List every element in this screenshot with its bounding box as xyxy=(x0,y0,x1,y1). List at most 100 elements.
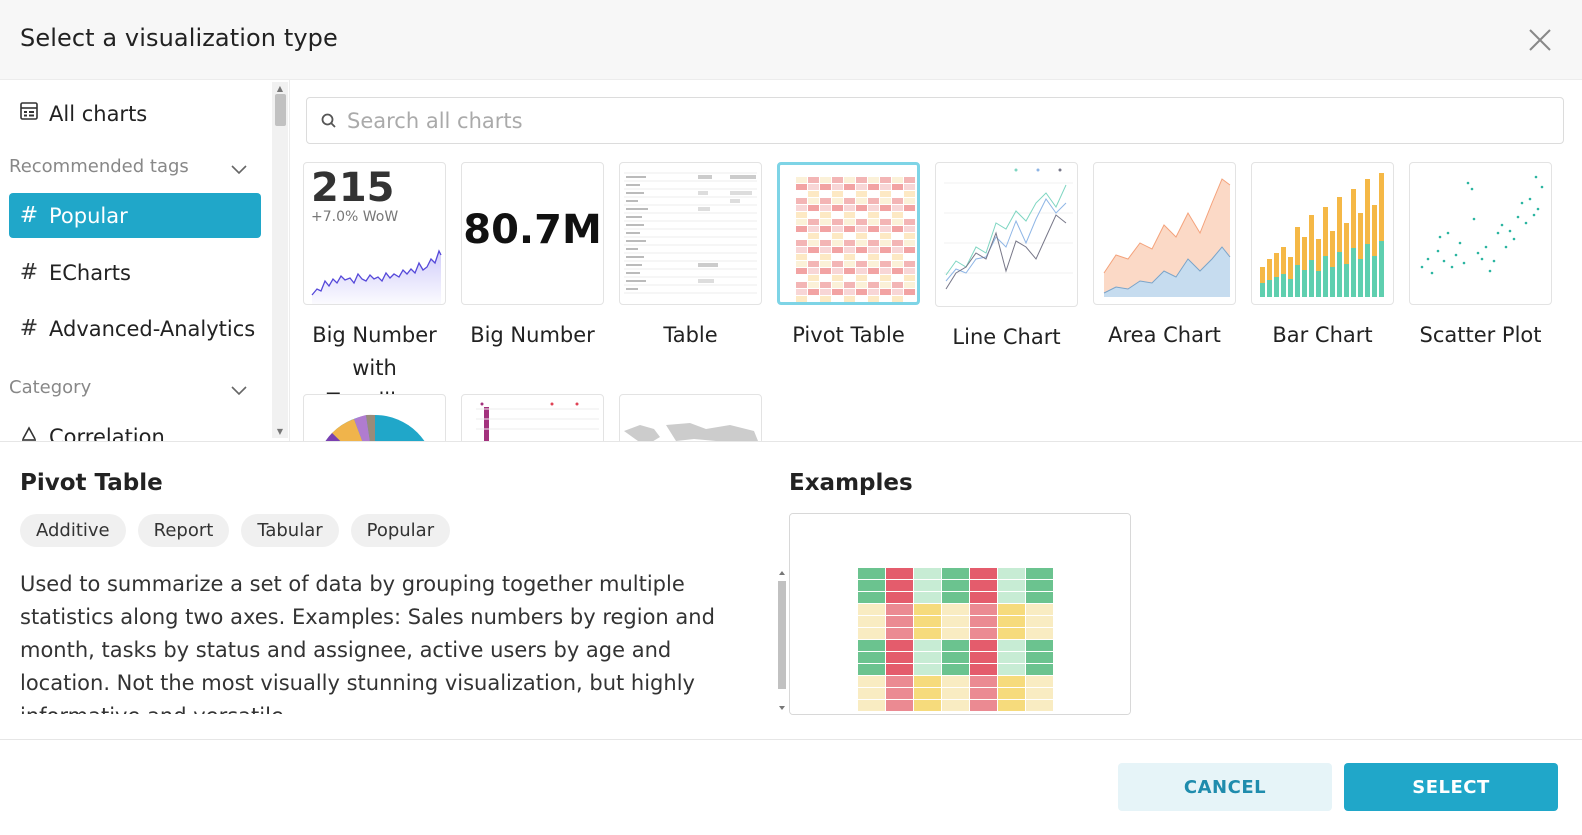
category-header[interactable]: Category xyxy=(9,377,261,398)
heat-cell xyxy=(844,205,855,211)
chart-thumbnail xyxy=(1093,162,1236,305)
select-button[interactable]: SELECT xyxy=(1344,763,1558,811)
close-icon[interactable] xyxy=(1526,26,1554,54)
hash-icon: # xyxy=(19,316,39,341)
heat-cell xyxy=(820,177,831,183)
chart-card-scatter-plot[interactable]: Scatter Plot xyxy=(1409,162,1559,352)
chart-card-bar-chart[interactable]: Bar Chart xyxy=(1251,162,1401,352)
heat-cell xyxy=(808,254,819,260)
heat-cell xyxy=(892,212,903,218)
heat-cell xyxy=(808,240,819,246)
bar-segment xyxy=(1295,265,1300,297)
example-subtotal-cell xyxy=(1056,616,1086,627)
chart-card-line-chart[interactable]: Line Chart xyxy=(935,162,1085,354)
example-heat-cell xyxy=(914,628,941,639)
example-heat-cell xyxy=(970,628,997,639)
bar-segment xyxy=(1295,227,1300,265)
heat-cell xyxy=(844,268,855,274)
sidebar-scrollbar-thumb[interactable] xyxy=(275,94,286,126)
heat-cell xyxy=(820,261,831,267)
heat-cell xyxy=(808,233,819,239)
trendline-graphic xyxy=(311,249,442,304)
example-total-cell xyxy=(1088,664,1118,675)
heat-cell xyxy=(892,198,903,204)
example-heat-cell xyxy=(970,592,997,603)
example-heat-cell xyxy=(886,568,913,579)
bar-segment xyxy=(1351,248,1356,297)
example-heat-cell xyxy=(1026,604,1053,615)
chart-card-time-series-bar[interactable] xyxy=(461,394,611,441)
heat-cell xyxy=(868,184,879,190)
heat-cell xyxy=(808,226,819,232)
heat-cell xyxy=(796,191,807,197)
heat-cell xyxy=(868,282,879,288)
example-heat-cell xyxy=(1026,700,1053,711)
heat-cell xyxy=(880,219,891,225)
heat-cell xyxy=(868,261,879,267)
sidebar-item-echarts[interactable]: # ECharts xyxy=(9,250,261,295)
example-subtotal-cell xyxy=(1056,652,1086,663)
example-total-cell xyxy=(1088,652,1118,663)
heat-cell xyxy=(832,261,843,267)
example-heat-cell xyxy=(1026,628,1053,639)
example-heat-cell xyxy=(942,568,969,579)
heat-cell xyxy=(844,254,855,260)
heat-cell xyxy=(820,275,831,281)
scroll-down-icon[interactable]: ▼ xyxy=(275,427,285,436)
chart-card-table[interactable]: Table xyxy=(619,162,769,352)
bar-segment xyxy=(1302,270,1307,297)
heat-cell xyxy=(904,184,915,190)
example-heat-cell xyxy=(886,640,913,651)
tag-popular: Popular xyxy=(350,514,451,547)
chart-card-pivot-table[interactable]: Pivot Table xyxy=(777,162,927,352)
example-heat-cell xyxy=(942,664,969,675)
thumb-big-value: 80.7M xyxy=(463,207,602,253)
chart-thumbnail xyxy=(777,162,920,305)
detail-panel: Pivot Table Additive Report Tabular Popu… xyxy=(0,441,1582,739)
example-total-cell xyxy=(1088,592,1118,603)
chart-card-big-number-trendline[interactable]: 215 +7.0% WoW Big Number with Trendline xyxy=(303,162,453,418)
search-box[interactable] xyxy=(306,97,1564,144)
cancel-button[interactable]: CANCEL xyxy=(1118,763,1332,811)
bar-segment xyxy=(1260,283,1265,297)
heat-cell xyxy=(856,191,867,197)
sidebar-item-popular[interactable]: # Popular xyxy=(9,193,261,238)
bar-segment xyxy=(1330,231,1335,267)
example-heat-cell xyxy=(942,616,969,627)
sidebar-scrollbar[interactable] xyxy=(272,82,288,438)
heat-cell xyxy=(844,247,855,253)
chart-thumbnail xyxy=(303,394,446,441)
examples-scrollbar[interactable] xyxy=(776,569,788,713)
heat-cell xyxy=(820,226,831,232)
hash-icon: # xyxy=(19,203,39,228)
heat-cell xyxy=(820,191,831,197)
example-heat-cell xyxy=(942,652,969,663)
heat-cell xyxy=(868,219,879,225)
chart-card-area-chart[interactable]: Area Chart xyxy=(1093,162,1243,352)
sidebar-item-correlation[interactable]: Correlation xyxy=(9,414,261,441)
bar-segment xyxy=(1302,237,1307,270)
example-heat-cell xyxy=(886,700,913,711)
sidebar-item-all-charts[interactable]: All charts xyxy=(9,91,261,136)
search-input[interactable] xyxy=(347,98,1547,143)
heat-cell xyxy=(808,205,819,211)
example-heat-cell xyxy=(1026,616,1053,627)
heat-cell xyxy=(844,289,855,295)
heat-cell xyxy=(856,296,867,302)
heat-cell xyxy=(904,289,915,295)
chart-card-big-number[interactable]: 80.7M Big Number xyxy=(461,162,611,352)
tag-additive: Additive xyxy=(20,514,126,547)
heat-cell xyxy=(820,247,831,253)
heat-cell xyxy=(868,212,879,218)
scroll-up-icon[interactable]: ▲ xyxy=(275,84,285,93)
chart-card-pie-chart[interactable] xyxy=(303,394,453,441)
recommended-tags-header[interactable]: Recommended tags xyxy=(9,156,261,177)
heat-cell xyxy=(856,289,867,295)
example-image[interactable] xyxy=(789,513,1131,715)
heat-cell xyxy=(784,275,795,281)
sidebar-item-advanced-analytics[interactable]: # Advanced-Analytics xyxy=(9,306,261,351)
modal-header: Select a visualization type xyxy=(0,0,1582,80)
chart-card-world-map[interactable] xyxy=(619,394,769,441)
heat-cell xyxy=(880,261,891,267)
heat-cell xyxy=(784,226,795,232)
